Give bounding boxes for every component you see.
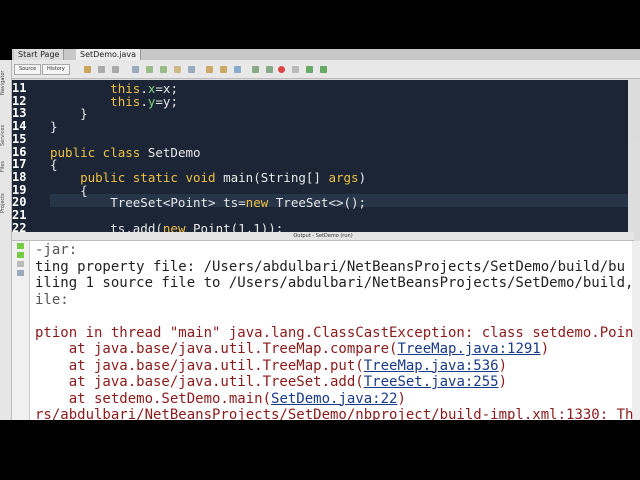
code-token: SetDemo	[140, 144, 201, 160]
output-text: -jar:	[35, 242, 78, 258]
rerun-with-options-icon[interactable]	[17, 252, 24, 258]
code-token: main(String[]	[215, 169, 329, 185]
editor-toolbar: Source History	[12, 60, 640, 79]
output-text: at java.base/java.util.TreeSet.add(	[35, 374, 364, 390]
forward-icon[interactable]	[112, 66, 119, 73]
prev-bookmark-icon[interactable]	[206, 66, 213, 73]
settings-icon[interactable]	[17, 270, 24, 276]
code-token: args	[328, 169, 359, 185]
output-text: )	[397, 390, 406, 407]
code-line: ts.add(new Point(1,1));	[50, 221, 283, 232]
netbeans-window: Navigator Services Files Projects Source…	[0, 60, 640, 420]
stack-trace-link[interactable]: TreeMap.java:1291	[397, 341, 540, 357]
output-window[interactable]: -jar: ting property file: /Users/abdulbar…	[12, 241, 640, 420]
output-text: iling 1 source file to /Users/abdulbari/…	[35, 275, 634, 291]
source-button[interactable]: Source	[14, 64, 42, 75]
editor-tabs: Start Page SetDemo.java	[12, 49, 640, 60]
stack-trace-link[interactable]: TreeSet.java:255	[364, 374, 499, 390]
shift-left-icon[interactable]	[252, 66, 259, 73]
code-token: }	[50, 119, 58, 135]
output-line: at java.base/java.util.TreeMap.compare(T…	[35, 341, 549, 357]
tab-start-page[interactable]: Start Page	[14, 49, 65, 60]
output-text: at java.base/java.util.TreeMap.compare(	[35, 341, 398, 357]
code-token: Point(1,1));	[185, 220, 284, 232]
find-icon[interactable]	[132, 66, 139, 73]
code-token: TreeSet<>();	[268, 195, 367, 211]
back-icon[interactable]	[98, 66, 105, 73]
navigator-tab[interactable]: Navigator	[0, 68, 12, 98]
output-text: ption in thread "main" java.lang.ClassCa…	[35, 324, 634, 341]
stack-trace-link[interactable]: SetDemo.java:22	[271, 391, 397, 407]
output-line: -jar:	[35, 242, 77, 258]
last-edit-icon[interactable]	[84, 66, 91, 73]
uncomment-icon[interactable]	[320, 66, 327, 73]
output-line: ting property file: /Users/abdulbari/Net…	[35, 259, 625, 275]
output-line: at java.base/java.util.TreeMap.put(TreeM…	[35, 358, 507, 374]
files-tab[interactable]: Files	[0, 158, 12, 176]
output-text: ile:	[35, 291, 69, 308]
stop-macro-icon[interactable]	[292, 66, 299, 73]
output-line: at java.base/java.util.TreeSet.add(TreeS…	[35, 374, 507, 390]
output-line: ption in thread "main" java.lang.ClassCa…	[35, 325, 633, 341]
output-line: iling 1 source file to /Users/abdulbari/…	[35, 275, 633, 291]
find-previous-icon[interactable]	[146, 66, 153, 73]
code-token: )	[358, 169, 367, 185]
output-toolbar	[12, 241, 30, 420]
code-line: public static void main(String[] args)	[50, 170, 366, 185]
code-token: new	[162, 220, 186, 232]
code-token: public class	[50, 144, 141, 160]
output-text: )	[540, 341, 550, 357]
output-text: ting property file: /Users/abdulbari/Net…	[35, 258, 626, 275]
code-line: }	[50, 119, 58, 134]
line-number: 22	[12, 220, 27, 232]
output-text: at java.base/java.util.TreeMap.put(	[35, 357, 364, 374]
output-line: at setdemo.SetDemo.main(SetDemo.java:22)	[35, 391, 406, 407]
output-window-title: Output - SetDemo (run)	[12, 232, 634, 241]
toggle-bookmark-icon[interactable]	[234, 66, 241, 73]
stop-icon[interactable]	[17, 261, 24, 267]
services-tab[interactable]: Services	[0, 122, 12, 148]
code-token: =y;	[155, 93, 178, 109]
code-token: ts.add(	[50, 220, 163, 232]
code-line: public class SetDemo	[50, 145, 201, 160]
history-button[interactable]: History	[42, 64, 70, 75]
shift-right-icon[interactable]	[266, 66, 273, 73]
toggle-highlight-icon[interactable]	[174, 66, 181, 73]
stack-trace-link[interactable]: TreeMap.java:536	[364, 358, 499, 374]
toggle-rect-select-icon[interactable]	[188, 66, 195, 73]
code-token: TreeSet<Point> ts=	[50, 195, 246, 211]
code-editor[interactable]: 11 12 13 14 15 16 17 18 19 20 21 22 this.x=x; this.…	[12, 80, 628, 232]
start-macro-icon[interactable]	[278, 66, 285, 73]
code-line: TreeSet<Point> ts=new TreeSet<>();	[50, 195, 366, 210]
output-text: )	[498, 357, 508, 374]
code-token: .	[140, 93, 148, 109]
output-text: )	[498, 374, 508, 390]
comment-icon[interactable]	[306, 66, 313, 73]
output-line: rs/abdulbari/NetBeansProjects/SetDemo/nb…	[35, 407, 633, 420]
side-panel: Navigator Services Files Projects	[0, 60, 12, 420]
output-text: at setdemo.SetDemo.main(	[35, 390, 272, 407]
output-line: ile:	[35, 292, 69, 308]
code-token: new	[245, 195, 269, 211]
code-token: this	[110, 93, 141, 109]
projects-tab[interactable]: Projects	[0, 190, 12, 216]
rerun-icon[interactable]	[17, 243, 24, 249]
next-bookmark-icon[interactable]	[220, 66, 227, 73]
editor-scrollbar[interactable]	[628, 140, 640, 232]
output-text: rs/abdulbari/NetBeansProjects/SetDemo/nb…	[35, 407, 634, 420]
tab-setdemo-java[interactable]: SetDemo.java	[76, 49, 142, 60]
find-next-icon[interactable]	[160, 66, 167, 73]
